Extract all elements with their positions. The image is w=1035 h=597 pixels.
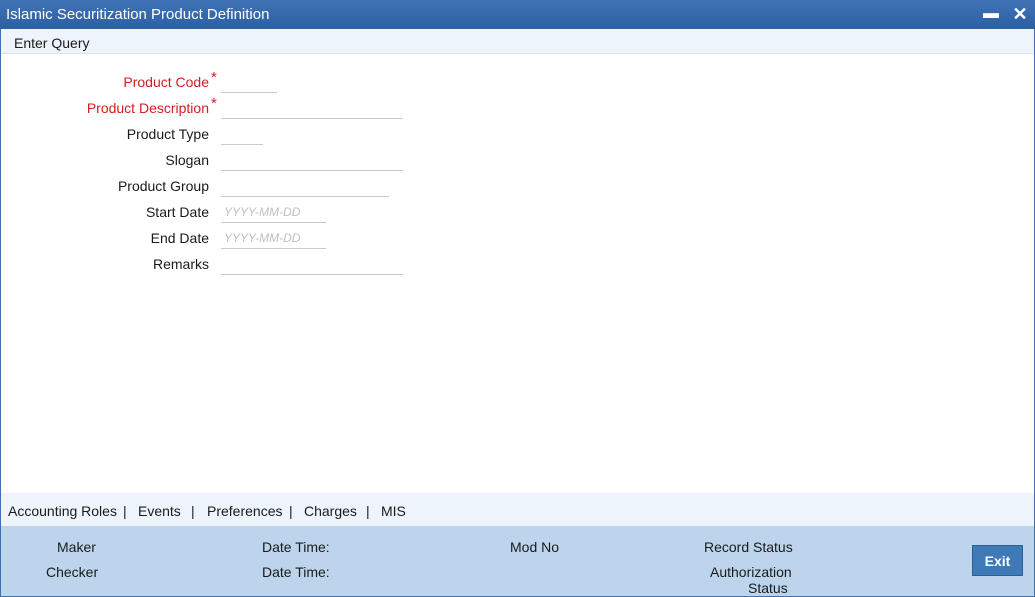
remarks-label: Remarks (152, 256, 209, 272)
product-description-row: Product Description * (0, 95, 420, 119)
record-status-label: Record Status (704, 539, 793, 555)
product-description-label: Product Description (86, 100, 209, 116)
close-icon[interactable]: ✕ (1009, 3, 1031, 25)
product-code-label: Product Code (123, 74, 209, 90)
end-date-input[interactable] (221, 227, 326, 249)
product-type-row: Product Type (0, 123, 420, 145)
minimize-icon[interactable]: ▬ (980, 3, 1002, 25)
tab-separator: | (191, 503, 195, 519)
slogan-input[interactable] (221, 149, 403, 171)
remarks-row: Remarks (0, 253, 420, 275)
product-type-label: Product Type (126, 126, 209, 142)
product-description-input[interactable] (221, 97, 403, 119)
slogan-label: Slogan (165, 152, 209, 168)
authorization-status-label: Status (748, 580, 788, 596)
title-bar: Islamic Securitization Product Definitio… (0, 0, 1035, 29)
start-date-label: Start Date (145, 204, 209, 220)
start-date-input[interactable] (221, 201, 326, 223)
end-date-row: End Date (0, 227, 420, 249)
tab-events[interactable]: Events (138, 503, 181, 519)
tab-separator: | (123, 503, 127, 519)
product-group-label: Product Group (117, 178, 209, 194)
slogan-row: Slogan (0, 149, 420, 171)
product-code-row: Product Code * (0, 69, 420, 93)
required-marker: * (211, 95, 217, 112)
maker-date-time-label: Date Time: (262, 539, 330, 555)
product-code-input[interactable] (221, 71, 277, 93)
tab-accounting-roles[interactable]: Accounting Roles (8, 503, 117, 519)
window-title: Islamic Securitization Product Definitio… (6, 6, 270, 23)
product-group-row: Product Group (0, 175, 420, 197)
exit-button[interactable]: Exit (972, 545, 1023, 576)
required-marker: * (211, 69, 217, 86)
product-type-input[interactable] (221, 123, 263, 145)
checker-label: Checker (46, 564, 99, 580)
tab-preferences[interactable]: Preferences (207, 503, 282, 519)
tab-separator: | (289, 503, 293, 519)
end-date-label: End Date (150, 230, 209, 246)
start-date-row: Start Date (0, 201, 420, 223)
tab-separator: | (366, 503, 370, 519)
tab-strip: Accounting Roles | Events | Preferences … (1, 493, 1034, 526)
remarks-input[interactable] (221, 253, 403, 275)
tab-mis[interactable]: MIS (381, 503, 406, 519)
mod-no-label: Mod No (510, 539, 560, 555)
tab-charges[interactable]: Charges (304, 503, 357, 519)
checker-date-time-label: Date Time: (262, 564, 330, 580)
authorization-label: Authorization (710, 564, 792, 580)
toolbar: Enter Query (1, 29, 1034, 54)
audit-panel: Maker Checker Date Time: Date Time: Mod … (1, 526, 1034, 596)
enter-query-button[interactable]: Enter Query (14, 35, 89, 51)
product-group-input[interactable] (221, 175, 389, 197)
maker-label: Maker (57, 539, 96, 555)
